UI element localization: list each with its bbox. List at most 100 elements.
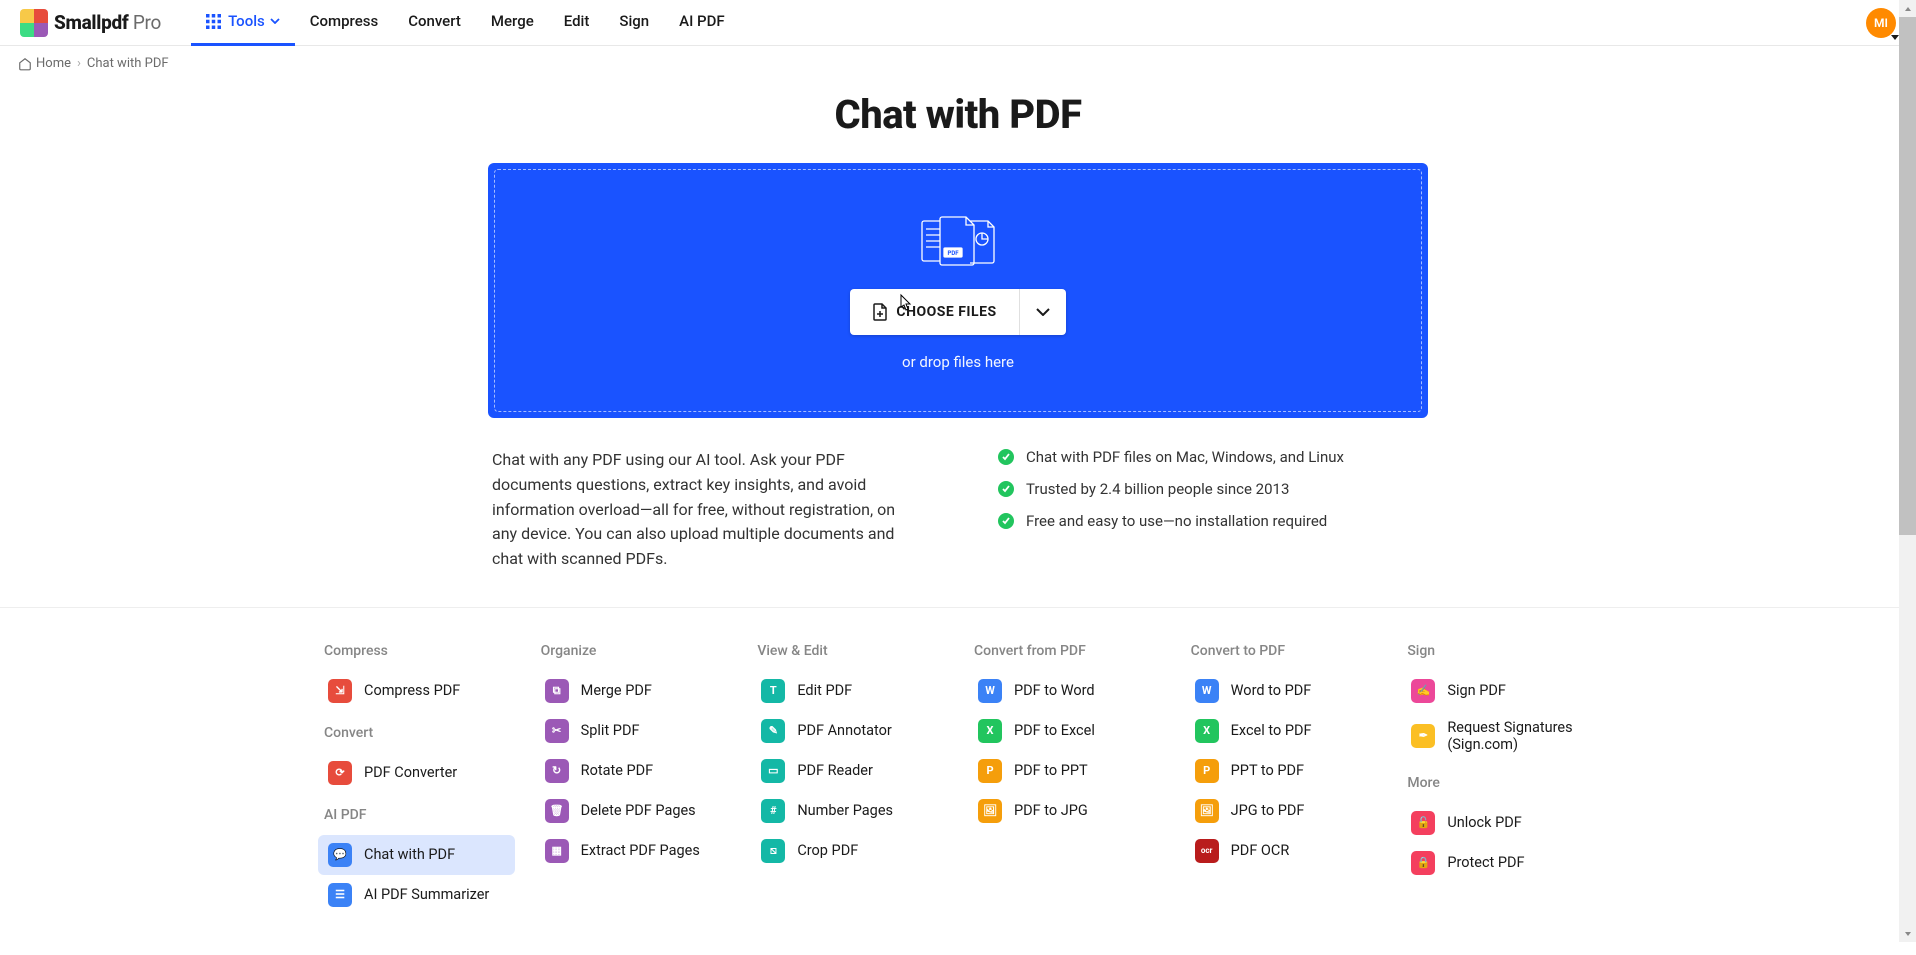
tool-pdf-to-ppt[interactable]: PPDF to PPT (968, 751, 1165, 791)
info-section: Chat with any PDF using our AI tool. Ask… (488, 448, 1428, 607)
scroll-down-button[interactable] (1899, 925, 1916, 942)
top-nav: Tools Compress Convert Merge Edit Sign A… (191, 0, 740, 45)
tool-chat-with-pdf[interactable]: 💬Chat with PDF (318, 835, 515, 875)
excel-icon: X (1195, 719, 1219, 743)
tool-protect-pdf[interactable]: 🔒Protect PDF (1401, 843, 1598, 883)
ppt-icon: P (1195, 759, 1219, 783)
tool-extract-pages[interactable]: ▦Extract PDF Pages (535, 831, 732, 871)
list-icon: ☰ (328, 883, 352, 907)
trash-icon: 🗑 (545, 799, 569, 823)
nav-merge[interactable]: Merge (476, 0, 549, 46)
grid-icon (206, 14, 221, 29)
chat-icon: 💬 (328, 843, 352, 867)
convert-icon: ⟳ (328, 761, 352, 785)
tool-unlock-pdf[interactable]: 🔓Unlock PDF (1401, 803, 1598, 843)
tool-edit-pdf[interactable]: TEdit PDF (751, 671, 948, 711)
home-icon (18, 57, 32, 71)
bullet-item: Trusted by 2.4 billion people since 2013 (998, 480, 1424, 498)
user-menu[interactable]: MI (1866, 8, 1896, 38)
tool-pdf-reader[interactable]: ▭PDF Reader (751, 751, 948, 791)
tool-pdf-to-excel[interactable]: XPDF to Excel (968, 711, 1165, 751)
excel-icon: X (978, 719, 1002, 743)
tool-compress-pdf[interactable]: ⇲Compress PDF (318, 671, 515, 711)
logo-icon (20, 9, 48, 37)
nav-convert[interactable]: Convert (393, 0, 476, 46)
logo-text: Smallpdf Pro (54, 11, 161, 34)
col-header: More (1401, 775, 1598, 791)
tool-pdf-to-word[interactable]: WPDF to Word (968, 671, 1165, 711)
col-header: Convert (318, 725, 515, 741)
tool-column-convert-from: Convert from PDF WPDF to Word XPDF to Ex… (968, 643, 1165, 915)
ocr-icon: ocr (1195, 839, 1219, 863)
lock-icon: 🔒 (1411, 851, 1435, 875)
description: Chat with any PDF using our AI tool. Ask… (492, 448, 918, 572)
header: Smallpdf Pro Tools Compress Convert Merg… (0, 0, 1916, 46)
tool-sign-pdf[interactable]: ✍Sign PDF (1401, 671, 1598, 711)
bullet-item: Chat with PDF files on Mac, Windows, and… (998, 448, 1424, 466)
tool-column-view-edit: View & Edit TEdit PDF ✎PDF Annotator ▭PD… (751, 643, 948, 915)
col-header: Convert to PDF (1185, 643, 1382, 659)
tool-word-to-pdf[interactable]: WWord to PDF (1185, 671, 1382, 711)
col-header: Compress (318, 643, 515, 659)
tool-pdf-converter[interactable]: ⟳PDF Converter (318, 753, 515, 793)
col-header: Organize (535, 643, 732, 659)
logo[interactable]: Smallpdf Pro (20, 9, 161, 37)
file-plus-icon (872, 303, 888, 321)
sign-icon: ✍ (1411, 679, 1435, 703)
tool-rotate-pdf[interactable]: ↻Rotate PDF (535, 751, 732, 791)
nav-aipdf[interactable]: AI PDF (664, 0, 740, 46)
tool-ppt-to-pdf[interactable]: PPPT to PDF (1185, 751, 1382, 791)
caret-down-icon (270, 18, 280, 24)
avatar: MI (1866, 8, 1896, 38)
jpg-icon: 🖼 (1195, 799, 1219, 823)
tool-pdf-ocr[interactable]: ocrPDF OCR (1185, 831, 1382, 871)
tool-request-signatures[interactable]: ✒Request Signatures (Sign.com) (1401, 711, 1598, 761)
tool-number-pages[interactable]: #Number Pages (751, 791, 948, 831)
chevron-down-icon (1036, 308, 1050, 316)
choose-files-label: CHOOSE FILES (896, 304, 996, 320)
tool-ai-summarizer[interactable]: ☰AI PDF Summarizer (318, 875, 515, 915)
breadcrumb-home[interactable]: Home (18, 56, 71, 71)
svg-text:PDF: PDF (947, 250, 959, 257)
jpg-icon: 🖼 (978, 799, 1002, 823)
check-icon (998, 481, 1014, 497)
col-header: View & Edit (751, 643, 948, 659)
nav-edit[interactable]: Edit (549, 0, 605, 46)
tool-pdf-to-jpg[interactable]: 🖼PDF to JPG (968, 791, 1165, 831)
word-icon: W (1195, 679, 1219, 703)
bullet-item: Free and easy to use—no installation req… (998, 512, 1424, 530)
tool-jpg-to-pdf[interactable]: 🖼JPG to PDF (1185, 791, 1382, 831)
ppt-icon: P (978, 759, 1002, 783)
nav-compress[interactable]: Compress (295, 0, 393, 46)
tool-delete-pages[interactable]: 🗑Delete PDF Pages (535, 791, 732, 831)
tool-crop-pdf[interactable]: ⧅Crop PDF (751, 831, 948, 871)
caret-down-icon (1891, 35, 1899, 40)
breadcrumb-current: Chat with PDF (87, 56, 169, 71)
tool-merge-pdf[interactable]: ⧉Merge PDF (535, 671, 732, 711)
split-icon: ✂ (545, 719, 569, 743)
tool-column-compress-convert-ai: Compress ⇲Compress PDF Convert ⟳PDF Conv… (318, 643, 515, 915)
choose-files-button[interactable]: CHOOSE FILES (850, 289, 1018, 335)
reader-icon: ▭ (761, 759, 785, 783)
breadcrumb-separator: › (77, 56, 81, 71)
breadcrumb: Home › Chat with PDF (0, 46, 1916, 81)
tool-split-pdf[interactable]: ✂Split PDF (535, 711, 732, 751)
tool-excel-to-pdf[interactable]: XExcel to PDF (1185, 711, 1382, 751)
nav-tools-label: Tools (228, 12, 265, 30)
tool-column-organize: Organize ⧉Merge PDF ✂Split PDF ↻Rotate P… (535, 643, 732, 915)
nav-tools[interactable]: Tools (191, 0, 295, 46)
col-header: AI PDF (318, 807, 515, 823)
feature-bullets: Chat with PDF files on Mac, Windows, and… (998, 448, 1424, 572)
tool-pdf-annotator[interactable]: ✎PDF Annotator (751, 711, 948, 751)
tool-column-convert-to: Convert to PDF WWord to PDF XExcel to PD… (1185, 643, 1382, 915)
vertical-scrollbar[interactable] (1899, 0, 1916, 942)
page-title: Chat with PDF (488, 91, 1428, 138)
crop-icon: ⧅ (761, 839, 785, 863)
scroll-up-button[interactable] (1899, 0, 1916, 17)
tools-section: Compress ⇲Compress PDF Convert ⟳PDF Conv… (0, 607, 1916, 955)
drop-hint: or drop files here (902, 353, 1014, 371)
nav-sign[interactable]: Sign (604, 0, 664, 46)
choose-files-dropdown[interactable] (1019, 289, 1066, 335)
file-dropzone[interactable]: PDF CHOOSE FILES or drop files here (488, 163, 1428, 418)
number-icon: # (761, 799, 785, 823)
